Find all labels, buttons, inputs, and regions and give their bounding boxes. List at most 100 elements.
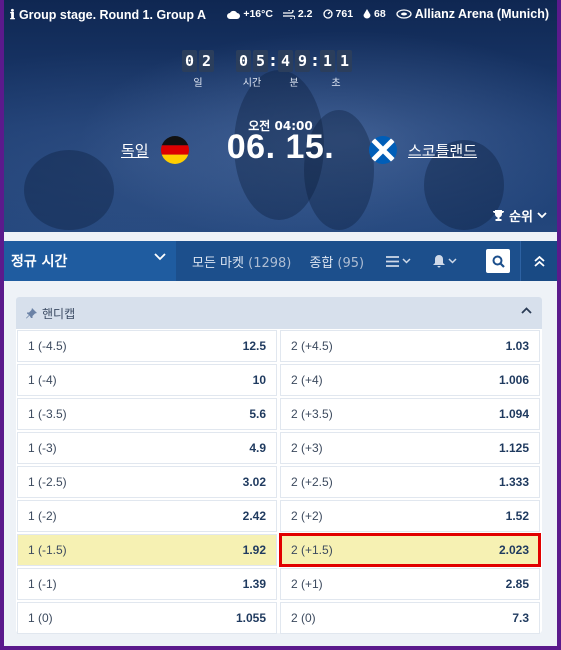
outcome-label: 2 (+1.5) [291, 543, 333, 557]
standings-button[interactable]: 순위 [492, 206, 547, 225]
double-chevron-up-icon [533, 255, 545, 267]
outcome-label: 2 (+2.5) [291, 475, 333, 489]
standings-label: 순위 [509, 210, 533, 225]
humidity-icon [363, 9, 371, 19]
scotland-flag-icon [369, 136, 397, 164]
outcome-label: 2 (+3) [291, 441, 323, 455]
odds-cell-left[interactable]: 1 (-4) 10 [17, 364, 277, 396]
temperature: +16°C [243, 8, 273, 20]
outcome-label: 2 (+4) [291, 373, 323, 387]
match-hero: ℹ Group stage. Round 1. Group A +16°C 2.… [4, 0, 557, 232]
outcome-label: 1 (-4) [28, 373, 57, 387]
odds-value: 1.03 [505, 339, 529, 353]
wind-icon [282, 9, 295, 19]
tab-combo-count: (95) [337, 255, 365, 271]
list-view-button[interactable] [386, 255, 411, 267]
germany-flag-icon [161, 136, 189, 164]
chevron-up-icon[interactable] [521, 307, 532, 314]
outcome-label: 2 (+1) [291, 577, 323, 591]
countdown-days: 0 2 일 [182, 50, 214, 89]
outcome-label: 1 (-2.5) [28, 475, 67, 489]
humidity: 68 [374, 8, 386, 20]
digit: 9 [295, 50, 310, 72]
match-info-bar: ℹ Group stage. Round 1. Group A +16°C 2.… [4, 0, 557, 28]
odds-value: 2.023 [498, 543, 529, 557]
digit: 0 [182, 50, 197, 72]
tab-combo[interactable]: 종합 (95) [309, 252, 364, 271]
chevron-down-icon [402, 258, 411, 264]
collapse-button[interactable] [520, 241, 557, 281]
search-icon [492, 255, 505, 268]
countdown-hours: 0 5 시간 [236, 50, 268, 89]
odds-value: 4.9 [249, 441, 266, 455]
outcome-label: 1 (-4.5) [28, 339, 67, 353]
odds-cell-left[interactable]: 1 (-3) 4.9 [17, 432, 277, 464]
digit: 4 [278, 50, 293, 72]
venue: Allianz Arena (Munich) [414, 7, 549, 21]
odds-cell-left[interactable]: 1 (0) 1.055 [17, 602, 277, 634]
home-team-link[interactable]: 독일 [121, 140, 149, 161]
odds-cell-right[interactable]: 2 (+4) 1.006 [280, 364, 540, 396]
odds-cell-right[interactable]: 2 (+2.5) 1.333 [280, 466, 540, 498]
odds-value: 2.85 [505, 577, 529, 591]
countdown-timer: 0 2 일 0 5 시간 : 4 9 분 : 1 1 초 [182, 50, 352, 89]
odds-value: 1.125 [498, 441, 529, 455]
minutes-label: 분 [289, 78, 299, 89]
odds-cell-right[interactable]: 2 (+3) 1.125 [280, 432, 540, 464]
odds-value: 10 [252, 373, 266, 387]
tab-all-markets-label: 모든 마켓 [192, 255, 244, 271]
tab-all-markets[interactable]: 모든 마켓 (1298) [192, 252, 291, 271]
colon-separator: : [311, 51, 319, 70]
period-select[interactable]: 정규 시간 [4, 241, 176, 281]
odds-cell-right[interactable]: 2 (0) 7.3 [280, 602, 540, 634]
market-header[interactable]: 핸디캡 [16, 297, 542, 329]
market-tab-bar: 정규 시간 모든 마켓 (1298) 종합 (95) [4, 241, 557, 281]
market-title: 핸디캡 [42, 306, 76, 321]
handicap-market: 핸디캡 1 (-4.5) 12.5 2 (+4.5) 1.03 1 (-4) 10 2 (+… [16, 297, 542, 634]
cloud-icon [227, 10, 241, 19]
odds-value: 2.42 [242, 509, 266, 523]
chevron-down-icon [154, 253, 166, 261]
wind-speed: 2.2 [297, 8, 313, 20]
odds-value: 3.02 [242, 475, 266, 489]
odds-cell-right[interactable]: 2 (+2) 1.52 [280, 500, 540, 532]
chevron-down-icon [448, 258, 457, 264]
tab-all-markets-count: (1298) [248, 255, 292, 271]
odds-cell-right[interactable]: 2 (+4.5) 1.03 [280, 330, 540, 362]
bell-icon [433, 254, 446, 267]
odds-cell-left[interactable]: 1 (-2) 2.42 [17, 500, 277, 532]
odds-cell-right[interactable]: 2 (+1.5) 2.023 [279, 533, 541, 567]
trophy-icon [493, 209, 505, 221]
stage-info: ℹ Group stage. Round 1. Group A [10, 7, 206, 23]
odds-cell-left[interactable]: 1 (-3.5) 5.6 [17, 398, 277, 430]
odds-cell-right[interactable]: 2 (+3.5) 1.094 [280, 398, 540, 430]
list-icon [386, 255, 400, 267]
odds-cell-right[interactable]: 2 (+1) 2.85 [280, 568, 540, 600]
digit: 2 [199, 50, 214, 72]
away-team-link[interactable]: 스코틀랜드 [408, 140, 477, 161]
odds-cell-left[interactable]: 1 (-4.5) 12.5 [17, 330, 277, 362]
odds-value: 1.006 [498, 373, 529, 387]
stadium-icon [396, 9, 412, 19]
outcome-label: 1 (-1) [28, 577, 57, 591]
odds-value: 1.094 [498, 407, 529, 421]
notifications-button[interactable] [433, 254, 457, 268]
hours-label: 시간 [242, 78, 262, 89]
outcome-label: 1 (-1.5) [28, 543, 67, 557]
search-button[interactable] [486, 249, 510, 273]
odds-value: 5.6 [249, 407, 266, 421]
odds-cell-left[interactable]: 1 (-1.5) 1.92 [17, 534, 277, 566]
match-page: ℹ Group stage. Round 1. Group A +16°C 2.… [4, 0, 557, 646]
stage-label: Group stage. Round 1. Group A [18, 8, 206, 22]
odds-value: 1.92 [242, 543, 266, 557]
outcome-label: 1 (-3.5) [28, 407, 67, 421]
odds-cell-left[interactable]: 1 (-1) 1.39 [17, 568, 277, 600]
info-icon[interactable]: ℹ [10, 7, 15, 23]
digit: 5 [253, 50, 268, 72]
pin-icon[interactable] [26, 307, 37, 319]
odds-value: 7.3 [512, 611, 529, 625]
odds-cell-left[interactable]: 1 (-2.5) 3.02 [17, 466, 277, 498]
odds-value: 1.055 [235, 611, 266, 625]
outcome-label: 2 (+3.5) [291, 407, 333, 421]
outcome-label: 2 (+2) [291, 509, 323, 523]
